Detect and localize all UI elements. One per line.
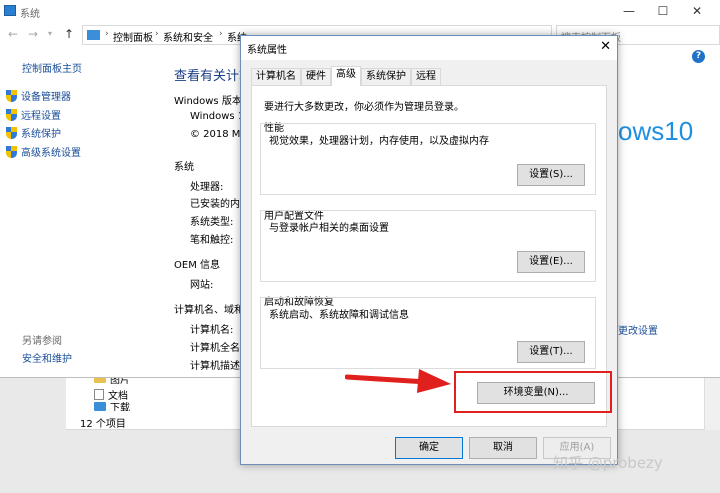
highlight-box — [454, 371, 612, 413]
explorer-item-downloads[interactable]: 下载 — [94, 402, 130, 411]
sidebar-item-remote-settings[interactable]: 远程设置 — [6, 107, 61, 122]
sidebar-item-advanced-settings[interactable]: 高级系统设置 — [6, 144, 81, 159]
performance-description: 视觉效果，处理器计划，内存使用，以及虚拟内存 — [269, 136, 489, 147]
startup-recovery-group: 系统启动、系统故障和调试信息 设置(T)... — [260, 297, 596, 369]
website-label: 网站: — [190, 280, 214, 291]
performance-settings-button[interactable]: 设置(S)... — [517, 164, 585, 186]
user-profiles-description: 与登录帐户相关的桌面设置 — [269, 223, 389, 234]
ok-button[interactable]: 确定 — [395, 437, 463, 459]
full-computer-name-label: 计算机全名: — [190, 343, 244, 354]
explorer-item-label: 下载 — [110, 403, 130, 411]
performance-group: 视觉效果，处理器计划，内存使用，以及虚拟内存 设置(S)... — [260, 123, 596, 195]
tab-hardware[interactable]: 硬件 — [301, 68, 331, 86]
user-profiles-settings-button[interactable]: 设置(E)... — [517, 251, 585, 273]
control-panel-icon — [87, 30, 100, 40]
red-arrow-icon — [345, 369, 451, 393]
status-bar-count: 12 个项目 — [80, 419, 126, 430]
chevron-right-icon: › — [155, 29, 159, 39]
download-folder-icon — [94, 402, 106, 411]
tab-remote[interactable]: 远程 — [411, 68, 441, 86]
breadcrumb-control-panel[interactable]: 控制面板 — [113, 29, 153, 44]
shield-icon — [6, 89, 17, 102]
scrollbar[interactable] — [704, 378, 720, 430]
system-type-label: 系统类型: — [190, 217, 234, 228]
document-icon — [94, 389, 104, 400]
recent-dropdown-icon[interactable]: ▾ — [48, 29, 52, 38]
tab-system-protection[interactable]: 系统保护 — [361, 68, 411, 86]
cancel-button[interactable]: 取消 — [469, 437, 537, 459]
startup-recovery-description: 系统启动、系统故障和调试信息 — [269, 310, 409, 321]
chevron-right-icon: › — [219, 29, 223, 39]
processor-label: 处理器: — [190, 182, 224, 193]
windows10-logo-text: ows10 — [618, 116, 694, 146]
computer-icon — [4, 5, 16, 16]
minimize-button[interactable]: — — [614, 2, 644, 20]
windows-edition-heading: Windows 版本 — [174, 96, 242, 107]
see-also-heading: 另请参阅 — [22, 336, 62, 347]
computer-description-label: 计算机描述: — [190, 361, 244, 372]
change-settings-link[interactable]: 更改设置 — [618, 322, 658, 337]
close-button[interactable]: ✕ — [682, 2, 712, 20]
startup-recovery-settings-button[interactable]: 设置(T)... — [517, 341, 585, 363]
control-panel-home-link[interactable]: 控制面板主页 — [22, 60, 82, 75]
screen: 图片 文档 下载 12 个项目 系统 — ☐ ✕ ← → ▾ ↑ › 控制面板 … — [0, 0, 720, 493]
oem-heading: OEM 信息 — [174, 260, 220, 271]
up-arrow-icon[interactable]: ↑ — [64, 27, 74, 41]
sidebar-item-device-manager[interactable]: 设备管理器 — [6, 88, 71, 103]
title-bar: 系统 — ☐ ✕ — [0, 0, 720, 22]
breadcrumb-system-security[interactable]: 系统和安全 — [163, 29, 213, 44]
admin-note: 要进行大多数更改，你必须作为管理员登录。 — [264, 102, 464, 113]
watermark: 知乎 @probezy — [553, 454, 663, 472]
explorer-item-documents[interactable]: 文档 — [94, 387, 128, 402]
window-title: 系统 — [20, 9, 40, 20]
computer-name-heading: 计算机名、域和 — [174, 305, 244, 316]
explorer-item-label: 文档 — [108, 391, 128, 402]
security-maintenance-link[interactable]: 安全和维护 — [22, 350, 72, 365]
shield-icon — [6, 108, 17, 121]
sidebar-item-system-protection[interactable]: 系统保护 — [6, 125, 61, 140]
tab-computer-name[interactable]: 计算机名 — [251, 68, 301, 86]
tab-advanced[interactable]: 高级 — [331, 66, 361, 86]
help-icon[interactable]: ? — [692, 50, 705, 63]
sidebar-item-label: 设备管理器 — [21, 92, 71, 103]
dialog-title: 系统属性 — [247, 45, 287, 56]
back-arrow-icon[interactable]: ← — [8, 27, 18, 41]
sidebar-item-label: 系统保护 — [21, 129, 61, 140]
sidebar-item-label: 远程设置 — [21, 111, 61, 122]
shield-icon — [6, 126, 17, 139]
left-navigation-pane: 控制面板主页 设备管理器 远程设置 系统保护 高级系统设置 另请参阅 安全和维护 — [0, 48, 160, 378]
dialog-title-bar: 系统属性 ✕ — [241, 36, 617, 60]
dialog-close-button[interactable]: ✕ — [600, 39, 611, 54]
maximize-button[interactable]: ☐ — [648, 2, 678, 20]
system-heading: 系统 — [174, 162, 194, 173]
computer-name-label: 计算机名: — [190, 325, 234, 336]
chevron-right-icon: › — [105, 29, 109, 39]
shield-icon — [6, 145, 17, 158]
forward-arrow-icon[interactable]: → — [28, 27, 38, 41]
sidebar-item-label: 高级系统设置 — [21, 148, 81, 159]
desktop-background-left — [0, 378, 66, 430]
user-profiles-group: 与登录帐户相关的桌面设置 设置(E)... — [260, 210, 596, 282]
tab-strip: 计算机名 硬件 高级 系统保护 远程 — [251, 66, 441, 86]
pen-touch-label: 笔和触控: — [190, 235, 234, 246]
